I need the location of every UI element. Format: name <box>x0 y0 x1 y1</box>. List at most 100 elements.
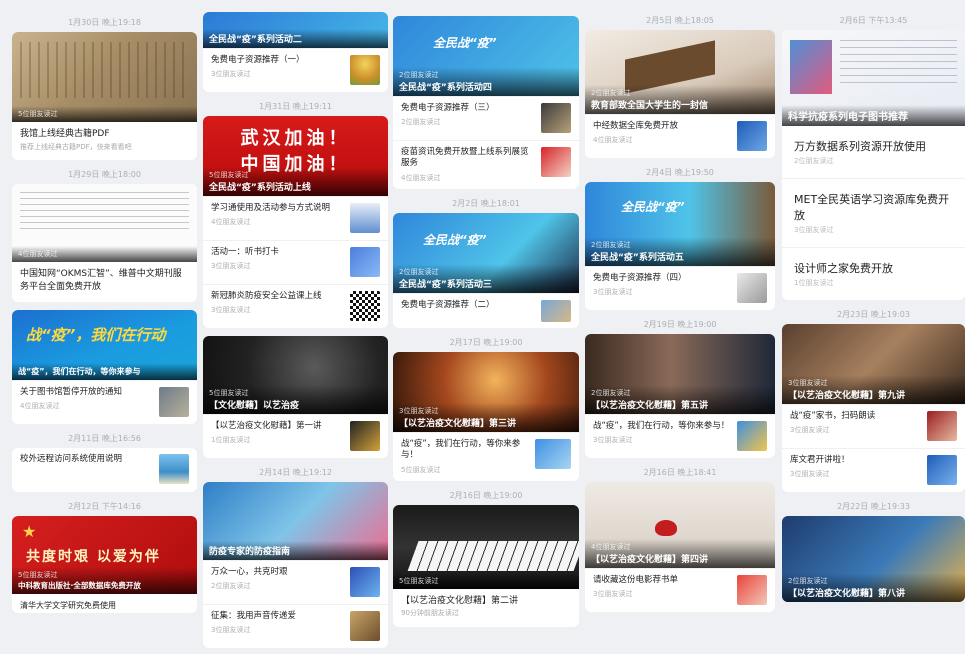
thumbnail <box>737 121 767 151</box>
read-count: 3位朋友读过 <box>593 590 633 599</box>
read-count: 3位朋友读过 <box>211 306 251 315</box>
timestamp: 2月17日 晚上19:00 <box>449 337 523 347</box>
read-count: 2位朋友读过 <box>399 267 439 276</box>
read-count: 3位朋友读过 <box>593 288 633 297</box>
article-card-music[interactable]: 5位朋友读过 【文化慰藉】以艺治疫 【以艺治疫文化慰藉】第一讲 1位朋友读过 <box>203 336 388 458</box>
read-count: 5位朋友读过 <box>401 465 441 474</box>
list-item[interactable]: 免费电子资源推荐（三） 2位朋友读过 <box>393 96 579 140</box>
image-caption: 【以艺治疫文化慰藉】第三讲 <box>399 418 517 429</box>
banner-slogan: 全民战“疫” <box>621 200 685 214</box>
banner-slogan: 全民战“疫” <box>423 232 487 247</box>
article-card-activity-2[interactable]: 全民战“疫”系列活动二 免费电子资源推荐（一） 3位朋友读过 <box>203 12 388 92</box>
item-title: 【以艺治疫文化慰藉】第一讲 <box>211 421 322 431</box>
activity-banner-image: 全民战“疫” 2位朋友读过全民战“疫”系列活动三 <box>393 212 579 293</box>
thumbnail <box>350 247 380 277</box>
article-card-fight[interactable]: 战“疫”，我们在行动 战“疫”，我们在行动，等你来参与 关于图书馆暂停开放的通知… <box>12 309 197 424</box>
read-count: 4位朋友读过 <box>593 136 633 145</box>
article-card-vpn[interactable]: 校外远程访问系统使用说明 <box>12 447 197 492</box>
read-count: 3位朋友读过 <box>211 70 251 79</box>
activity-banner-image: 全民战“疫” 2位朋友读过 全民战“疫”系列活动五 <box>585 182 775 266</box>
article-card-guzheng[interactable]: 3位朋友读过 【以艺治疫文化慰藉】第九讲 战“疫”家书，扫码朗读 3位朋友读过 库文… <box>782 324 965 492</box>
article-card-ancient-books[interactable]: 5位朋友读过 我馆上线经典古籍PDF 推荐上线经典古籍PDF，快来看看吧 <box>12 32 197 161</box>
list-item[interactable]: 战“疫”家书，扫码朗读 3位朋友读过 <box>782 404 965 448</box>
image-caption: 战“疫”，我们在行动，等你来参与 <box>18 366 141 376</box>
item-title: 疫苗资讯免费开放暨上线系列展览服务 <box>401 147 529 169</box>
list-item[interactable]: 免费电子资源推荐（四） 3位朋友读过 <box>585 266 775 310</box>
article-card-wuhan[interactable]: 武汉加油！ 中国加油！ 5位朋友读过 全民战“疫”系列活动上线 学习通使用及活动参… <box>203 116 388 328</box>
image-caption: 教育部致全国大学生的一封信 <box>591 101 709 111</box>
item-title: 中经数据全库免费开放 <box>593 121 679 131</box>
list-item[interactable]: 校外远程访问系统使用说明 <box>12 448 197 492</box>
list-item[interactable]: 战“疫”，我们在行动，等你来参与！ 5位朋友读过 <box>393 431 579 481</box>
list-item[interactable]: 新冠肺炎防疫安全公益课上线 3位朋友读过 <box>203 284 388 328</box>
read-count: 3位朋友读过 <box>788 379 828 387</box>
image-caption: 全民战“疫”系列活动三 <box>399 279 492 290</box>
list-item[interactable]: 请收藏这份电影荐书单 3位朋友读过 <box>585 568 775 612</box>
read-count: 4位朋友读过 <box>211 218 251 227</box>
list-item[interactable]: 中经数据全库免费开放 4位朋友读过 <box>585 114 775 158</box>
article-card-activity-4[interactable]: 全民战“疫” 2位朋友读过 全民战“疫”系列活动四 免费电子资源推荐（三） 2位朋友… <box>393 16 579 189</box>
image-caption: 【文化慰藉】以艺治疫 <box>209 401 300 411</box>
article-card-activity-3[interactable]: 全民战“疫” 2位朋友读过全民战“疫”系列活动三 免费电子资源推荐（二） <box>393 212 579 328</box>
item-title[interactable]: 万方数据系列资源开放使用 <box>782 126 965 156</box>
thumbnail <box>737 273 767 303</box>
concert-image: 3位朋友读过 【以艺治疫文化慰藉】第三讲 <box>393 351 579 432</box>
banner-line-1: 武汉加油！ <box>240 128 351 149</box>
list-item[interactable]: 疫苗资讯免费开放暨上线系列展览服务 4位朋友读过 <box>393 140 579 189</box>
timestamp: 2月23日 晚上19:03 <box>837 310 910 319</box>
article-card-tea[interactable]: 4位朋友读过 【以艺治疫文化慰藉】第四讲 请收藏这份电影荐书单 3位朋友读过 <box>585 482 775 612</box>
item-title[interactable]: 设计师之家免费开放 <box>782 247 965 278</box>
banner-slogan: 共度时艰 以爱为伴 <box>26 548 161 565</box>
book-pages-decoration <box>20 42 189 98</box>
read-count: 2位朋友读过 <box>794 157 834 165</box>
list-item[interactable]: 征集：我用声音传递爱 3位朋友读过 <box>203 604 388 648</box>
article-card-pipa[interactable]: 2位朋友读过 【以艺治疫文化慰藉】第八讲 <box>782 516 965 602</box>
read-count: 2位朋友读过 <box>591 89 631 97</box>
thumbnail <box>350 421 380 451</box>
article-card-red[interactable]: ★ 共度时艰 以爱为伴 5位朋友读过 中科教育出版社·全部数据库免费开放 清华大学… <box>12 515 197 613</box>
list-item[interactable]: 库文君开讲啦！ 3位朋友读过 <box>782 448 965 492</box>
list-item[interactable]: 【以艺治疫文化慰藉】第一讲 1位朋友读过 <box>203 414 388 458</box>
thumbnail <box>541 299 571 322</box>
piano-keys-decoration <box>407 540 579 571</box>
article-card-concert[interactable]: 3位朋友读过 【以艺治疫文化慰藉】第三讲 战“疫”，我们在行动，等你来参与！ 5位朋… <box>393 351 579 481</box>
activity-banner-image: 全民战“疫” 2位朋友读过 全民战“疫”系列活动四 <box>393 16 579 96</box>
list-item[interactable]: 免费电子资源推荐（一） 3位朋友读过 <box>203 48 388 92</box>
vinyl-image: 5位朋友读过 【文化慰藉】以艺治疫 <box>203 336 388 414</box>
list-item[interactable]: 学习通使用及活动参与方式说明 4位朋友读过 <box>203 196 388 240</box>
read-count: 4位朋友读过 <box>401 173 441 182</box>
article-title: 【以艺治疫文化慰藉】第二讲 <box>401 595 519 606</box>
article-card-science[interactable]: 科学抗疫系列电子图书推荐 万方数据系列资源开放使用 2位朋友读过 MET全民英语… <box>782 30 965 300</box>
read-count: 90分钟前朋友读过 <box>401 609 459 618</box>
timestamp: 2月2日 晚上18:01 <box>452 198 520 208</box>
article-card-doctors[interactable]: 防疫专家的防疫指南 万众一心，共克时艰 2位朋友读过 征集：我用声音传递爱 3位朋友… <box>203 482 388 648</box>
article-card-activity-5[interactable]: 全民战“疫” 2位朋友读过 全民战“疫”系列活动五 免费电子资源推荐（四） 3位朋友… <box>585 182 775 310</box>
list-item[interactable]: 战“疫”，我们在行动，等你来参与！ 3位朋友读过 <box>585 414 775 458</box>
item-title[interactable]: MET全民英语学习资源库免费开放 <box>782 178 965 225</box>
text-lines-decoration <box>840 40 957 84</box>
article-card-piano[interactable]: 5位朋友读过 【以艺治疫文化慰藉】第二讲 90分钟前朋友读过 <box>393 504 579 628</box>
list-item[interactable]: 免费电子资源推荐（二） <box>393 292 579 328</box>
article-card-grammy[interactable]: 2位朋友读过 【以艺治疫文化慰藉】第五讲 战“疫”，我们在行动，等你来参与！ 3位朋… <box>585 334 775 458</box>
item-title: 校外远程访问系统使用说明 <box>20 453 123 464</box>
read-count: 3位朋友读过 <box>794 226 834 234</box>
article-card-cnki[interactable]: 4位朋友读过 中国知网“OKMS汇智”、维普中文期刊服务平台全面免费开放 <box>12 184 197 302</box>
read-count: 2位朋友读过 <box>399 71 439 79</box>
read-count: 3位朋友读过 <box>211 262 251 271</box>
piano-image: 5位朋友读过 <box>393 504 579 589</box>
thumbnail <box>350 203 380 233</box>
feed-column-3: 全民战“疫” 2位朋友读过 全民战“疫”系列活动四 免费电子资源推荐（三） 2位朋友… <box>393 16 579 654</box>
thumbnail <box>737 421 767 451</box>
article-summary: 推荐上线经典古籍PDF，快来看看吧 <box>20 142 132 151</box>
image-caption: 科学抗疫系列电子图书推荐 <box>788 112 908 123</box>
read-count: 3位朋友读过 <box>593 436 633 445</box>
read-count: 5位朋友读过 <box>209 171 249 179</box>
thumbnail <box>927 411 957 441</box>
thumbnail <box>927 455 957 485</box>
list-item[interactable]: 万众一心，共克时艰 2位朋友读过 <box>203 560 388 604</box>
read-count: 2位朋友读过 <box>401 118 441 127</box>
article-card-letter[interactable]: 2位朋友读过教育部致全国大学生的一封信 中经数据全库免费开放 4位朋友读过 <box>585 30 775 158</box>
list-item[interactable]: 活动一：听书打卡 3位朋友读过 <box>203 240 388 284</box>
list-item[interactable]: 关于图书馆暂停开放的通知 4位朋友读过 <box>12 379 197 424</box>
pipa-image: 2位朋友读过 【以艺治疫文化慰藉】第八讲 <box>782 516 965 602</box>
